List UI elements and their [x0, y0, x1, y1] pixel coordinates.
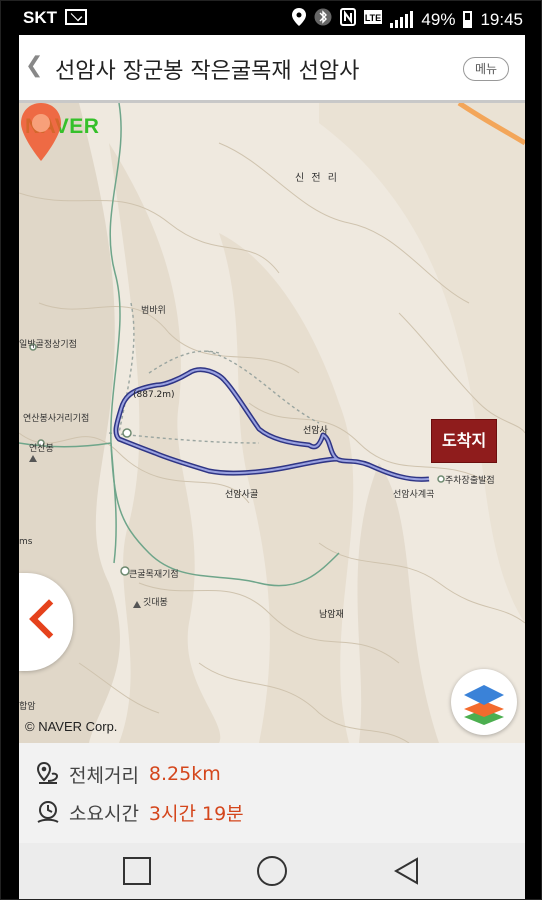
back-button[interactable]: [393, 857, 421, 885]
map-label-namamjae: 남암재: [319, 610, 344, 620]
system-nav-bar: [19, 843, 525, 899]
destination-badge[interactable]: 도착지: [431, 419, 498, 463]
layers-icon: [464, 685, 504, 725]
bluetooth-icon: [314, 8, 332, 31]
route-info-panel: 전체거리 8.25km 소요시간 3시간 19분: [19, 743, 525, 843]
map-label-jitdaebong: 깃대봉: [143, 598, 168, 608]
phone-frame: SKT LTE 49% 19:45 ❮ 선암사 장군봉 작은굴목재 선암사 메뉴…: [0, 0, 542, 900]
battery-percent: 49%: [421, 9, 456, 29]
header: ❮ 선암사 장군봉 작은굴목재 선암사 메뉴: [19, 35, 525, 103]
distance-label: 전체거리: [69, 764, 139, 787]
mail-icon: [65, 9, 87, 25]
distance-icon: [36, 761, 59, 784]
clock: 19:45: [480, 9, 523, 29]
status-icons: LTE 49% 19:45: [292, 8, 523, 31]
carrier-label: SKT: [23, 8, 57, 27]
map-label-yeonsanbong: 연산봉: [29, 444, 54, 454]
recent-apps-button[interactable]: [123, 857, 151, 885]
time-label: 소요시간: [69, 802, 139, 825]
time-value: 3시간 19분: [148, 802, 244, 825]
location-icon: [292, 8, 307, 31]
chevron-left-icon[interactable]: ❮: [25, 53, 43, 79]
distance-row: 전체거리 8.25km: [35, 759, 221, 789]
menu-button[interactable]: 메뉴: [463, 57, 509, 81]
map-pin-icon[interactable]: [19, 103, 63, 163]
app-screen: ❮ 선암사 장군봉 작은굴목재 선암사 메뉴 NAVER 신 전 리 일박골정상…: [19, 35, 525, 899]
time-row: 소요시간 3시간 19분: [35, 797, 244, 827]
map-copyright: © NAVER Corp.: [25, 719, 118, 734]
map-label-keungulmok: 큰굴목재기점: [129, 570, 179, 580]
map-label-seonamsa: 선암사: [303, 426, 328, 436]
nfc-icon: [340, 8, 357, 31]
lte-icon: LTE: [364, 8, 383, 31]
signal-icon: [390, 10, 414, 28]
map-label-seonamsagol: 선암사골: [225, 490, 259, 500]
svg-text:LTE: LTE: [365, 13, 381, 23]
home-button[interactable]: [257, 856, 287, 886]
map-label-beombawi: 범바위: [141, 306, 166, 316]
status-bar: SKT LTE 49% 19:45: [1, 1, 541, 35]
map-label-peak-elev: (887.2m): [133, 390, 175, 400]
map-label-hapam: 합암: [19, 702, 36, 712]
map-label-seonamsa-valley: 선암사계곡: [393, 490, 435, 500]
map-label-ms: ms: [19, 537, 33, 547]
map-label-yeonsanbong-junction: 연산봉사거리기점: [23, 414, 90, 424]
page-title: 선암사 장군봉 작은굴목재 선암사: [55, 59, 360, 84]
map-label-sinjeonri: 신 전 리: [295, 173, 339, 184]
distance-value: 8.25km: [148, 763, 221, 785]
battery-icon: [463, 11, 473, 28]
clock-icon: [37, 801, 59, 823]
layers-button[interactable]: [451, 669, 517, 735]
map-label-parking: 주차장출발점: [445, 476, 495, 486]
map-label-ilbak: 일박골정상기점: [19, 340, 77, 350]
chevron-left-icon: [29, 599, 69, 639]
map-view[interactable]: NAVER 신 전 리 일박골정상기점 범바위 (887.2m) 연산봉사거리기…: [19, 103, 525, 743]
